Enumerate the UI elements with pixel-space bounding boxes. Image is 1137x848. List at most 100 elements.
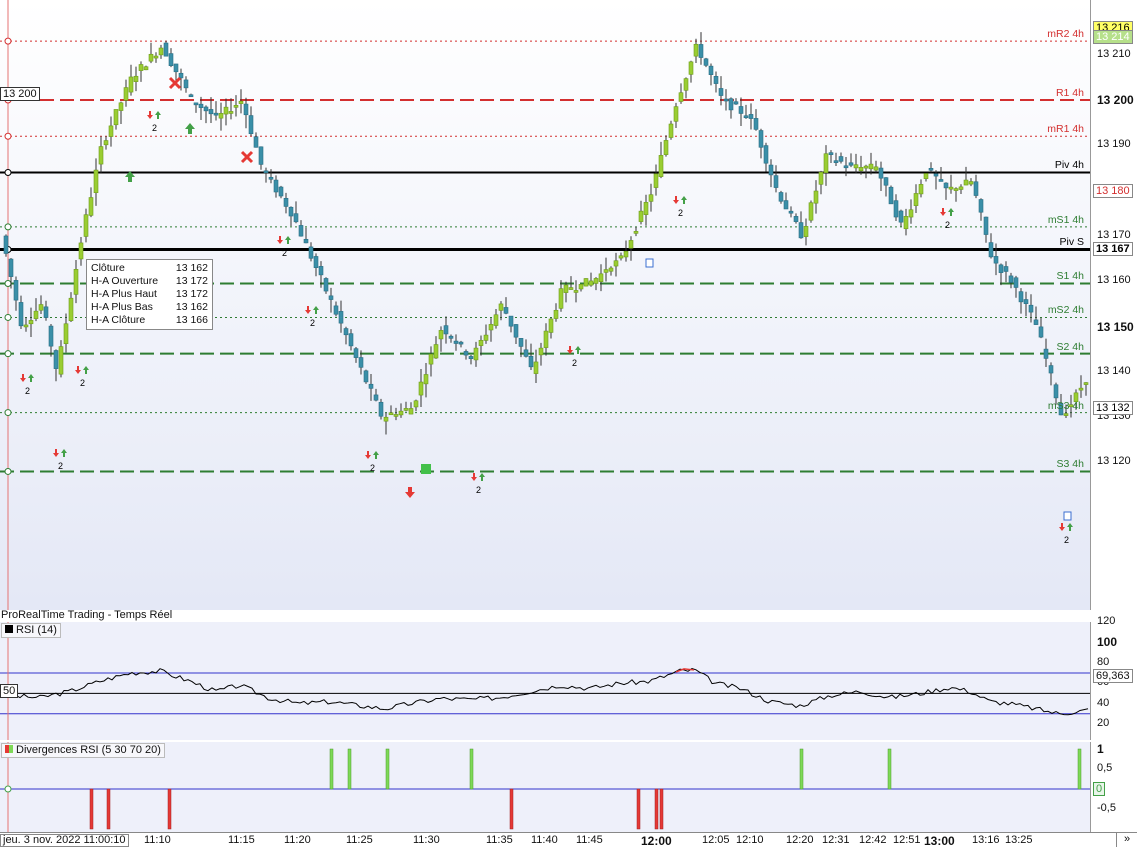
candle-body: [903, 216, 909, 230]
candle-body: [758, 130, 764, 148]
candle-body: [703, 58, 709, 66]
info-row: H-A Plus Bas 13 162: [91, 301, 208, 314]
bearish-divergence-bar: [636, 788, 641, 830]
rsi-tick-label: 40: [1097, 696, 1110, 709]
candle-body: [698, 44, 704, 58]
time-tick-label: 13:16: [972, 834, 1000, 846]
candle-body: [433, 344, 439, 359]
candle-body: [523, 349, 529, 357]
candle-body: [448, 335, 454, 339]
candle-body: [333, 305, 339, 315]
price-chart-pane[interactable]: 222222222222 13 200 Clôture 13 162 H-A Ouv…: [0, 0, 1090, 610]
candle-body: [253, 136, 259, 148]
signal-count: 2: [58, 461, 63, 471]
candle-body: [238, 100, 244, 104]
candle-body: [88, 197, 94, 216]
candle-body: [113, 109, 119, 126]
rsi-axis[interactable]: 12010080604020 69,363: [1090, 615, 1137, 740]
time-tick-label: 11:15: [228, 834, 255, 846]
divergence-pane[interactable]: Divergences RSI (5 30 70 20): [0, 742, 1090, 832]
candle-body: [278, 186, 284, 197]
candle-body: [548, 318, 554, 333]
rsi-chart[interactable]: [0, 622, 1090, 740]
candle-body: [668, 123, 674, 138]
time-tick-label: 12:51: [893, 834, 921, 846]
candle-body: [33, 310, 39, 319]
candle-body: [1018, 291, 1024, 303]
rsi-tick-label: 100: [1097, 635, 1118, 650]
candle-body: [778, 192, 784, 202]
down-arrow-icon: [147, 111, 153, 119]
level-label: mR2 4h: [1047, 28, 1084, 41]
time-tick-label: 11:45: [576, 834, 603, 846]
price-tick-label: 13 170: [1097, 228, 1131, 241]
candle-body: [813, 190, 819, 204]
time-tick-label: 12:42: [859, 834, 887, 846]
candle-body: [53, 350, 59, 369]
candle-body: [833, 160, 839, 163]
candle-body: [193, 102, 199, 106]
candle-body: [368, 383, 374, 389]
level-label: R1 4h: [1055, 87, 1084, 99]
rsi-tick-label: 80: [1097, 655, 1110, 668]
down-arrow-icon: [365, 451, 371, 459]
level-marker: [4, 132, 12, 140]
candle-body: [23, 324, 29, 328]
candle-body: [153, 55, 159, 59]
divergence-axis[interactable]: 1 0,5 0 -0,5: [1090, 742, 1137, 832]
candle-body: [93, 169, 99, 193]
candle-body: [528, 355, 534, 368]
candle-body: [518, 338, 524, 347]
candle-body: [878, 167, 884, 179]
down-arrow-icon: [305, 306, 311, 314]
time-tick-label: 12:10: [736, 834, 764, 846]
candle-body: [1038, 326, 1044, 338]
candle-body: [733, 101, 739, 105]
candle-body: [13, 280, 19, 301]
info-row: H-A Clôture 13 166: [91, 314, 208, 327]
scroll-right-button[interactable]: »: [1116, 833, 1137, 847]
level-label: Piv 4h: [1054, 159, 1084, 172]
candle-body: [713, 76, 719, 84]
candle-body: [888, 186, 894, 205]
candle-body: [543, 330, 549, 348]
price-axis[interactable]: 13 210 13 200 13 190 13 170 13 160 13 150 13 1…: [1090, 0, 1137, 610]
candle-body: [948, 186, 954, 190]
candle-body: [1013, 277, 1019, 288]
candle-body: [48, 325, 54, 347]
rsi-pane[interactable]: RSI (14) 50: [0, 622, 1090, 740]
candle-body: [628, 240, 634, 249]
candle-body: [453, 340, 459, 344]
candle-body: [578, 284, 584, 290]
candle-body: [473, 347, 479, 361]
time-axis[interactable]: 11:10 11:15 11:20 11:25 11:30 11:35 11:40 11:45…: [0, 832, 1137, 848]
time-tick-label: 11:35: [486, 834, 513, 846]
bearish-divergence-bar: [89, 788, 94, 830]
rsi-left-flag: 50: [0, 684, 19, 698]
up-arrow-icon: [61, 449, 67, 457]
candle-body: [563, 284, 569, 293]
level-label: S3 4h: [1056, 458, 1084, 471]
candle-body: [553, 309, 559, 319]
candle-body: [773, 175, 779, 188]
candle-body: [188, 94, 194, 98]
candle-body: [908, 209, 914, 218]
time-tick-label: 11:25: [346, 834, 373, 846]
info-label: H-A Clôture: [91, 314, 146, 326]
divergence-title: Divergences RSI (5 30 70 20): [1, 743, 165, 758]
up-arrow-icon: [479, 473, 485, 481]
candle-body: [743, 115, 749, 119]
candle-body: [418, 381, 424, 396]
candle-body: [378, 401, 384, 417]
candle-body: [248, 115, 254, 135]
level-marker: [4, 168, 12, 176]
candle-body: [243, 103, 249, 116]
candle-body: [268, 176, 274, 180]
signal-count: 2: [572, 358, 577, 368]
candle-body: [3, 235, 9, 254]
candle-body: [648, 194, 654, 202]
price-tick-label: 13 140: [1097, 364, 1131, 377]
price-tick-label: 13 200: [1097, 93, 1134, 107]
candle-body: [38, 304, 44, 311]
candle-body: [108, 125, 114, 137]
